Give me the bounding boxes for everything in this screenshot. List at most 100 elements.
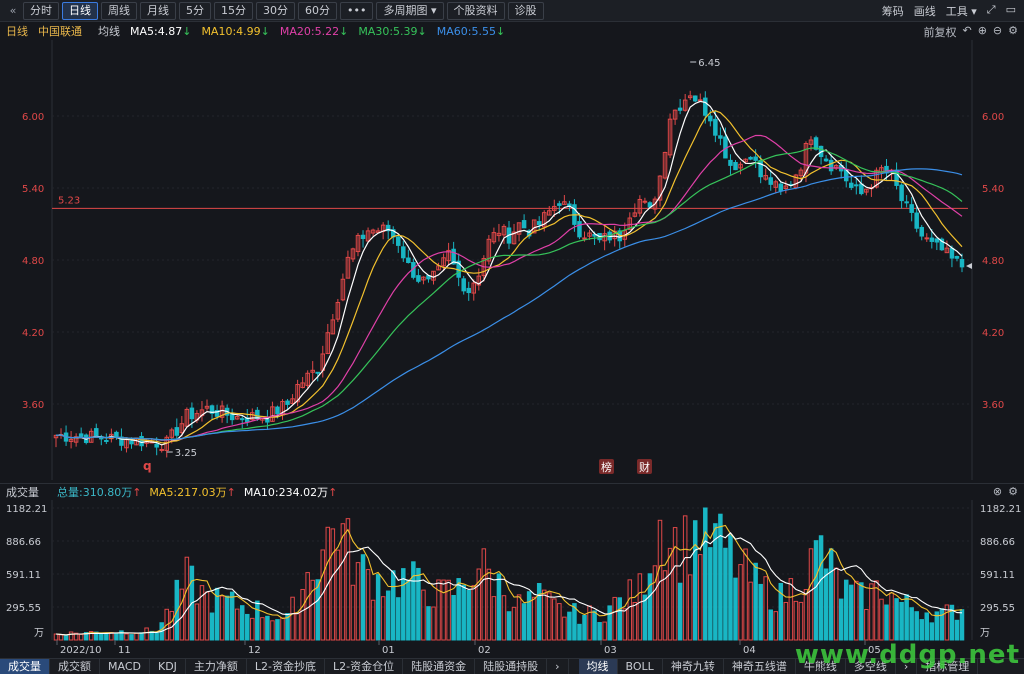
event-marker-bang[interactable]: 榜: [599, 459, 614, 474]
tab-boll[interactable]: BOLL: [618, 659, 663, 674]
candle-body: [959, 259, 965, 268]
volume-bar: [114, 632, 119, 641]
volume-bar: [828, 548, 834, 641]
tools-dropdown[interactable]: 工具 ▾: [946, 3, 977, 19]
volume-bar: [894, 598, 899, 641]
settings-gear-icon[interactable]: ⚙: [1008, 485, 1018, 498]
tab-turnover[interactable]: 成交额: [50, 659, 100, 674]
candle-body: [265, 418, 270, 423]
volume-bar: [496, 573, 502, 641]
period-tab-30min[interactable]: 30分: [256, 1, 295, 20]
chips-button[interactable]: 筹码: [882, 3, 904, 19]
volume-bar: [526, 591, 532, 641]
volume-x-tick: 04: [743, 645, 756, 656]
double-chevron-left-icon[interactable]: «: [6, 4, 20, 17]
zoom-in-icon[interactable]: ⊕: [978, 24, 987, 40]
tab-kdj[interactable]: KDJ: [150, 659, 186, 674]
period-tab-60min[interactable]: 60分: [298, 1, 337, 20]
window-icon[interactable]: ▭: [1006, 3, 1016, 19]
candle-body: [521, 220, 527, 229]
zoom-out-icon[interactable]: ⊖: [993, 24, 1002, 40]
candle-body: [828, 159, 834, 172]
event-marker-cai-label: 财: [639, 460, 650, 474]
candle-body: [954, 256, 960, 259]
adjust-mode-button[interactable]: 前复权: [923, 24, 956, 40]
tab-l2-position[interactable]: L2-资金仓位: [325, 659, 404, 674]
candle-body: [768, 177, 773, 185]
volume-bar: [536, 583, 542, 641]
volume-bar: [708, 547, 713, 641]
volume-chart[interactable]: 1182.21 886.66 591.11 295.55 1182.21 886.66 5…: [0, 500, 1024, 658]
volume-bar: [914, 611, 919, 641]
period-tab-daily[interactable]: 日线: [62, 1, 98, 20]
q-marker[interactable]: q: [143, 459, 152, 473]
volume-bar: [718, 513, 723, 641]
more-periods-button[interactable]: •••: [340, 1, 374, 20]
legend-ma5: MA5:4.87↓: [130, 25, 191, 38]
period-tab-5min[interactable]: 5分: [179, 1, 211, 20]
candle-body: [692, 95, 698, 102]
candle-body: [315, 371, 320, 374]
period-tab-weekly[interactable]: 周线: [101, 1, 137, 20]
price-y-tick-right: 4.20: [982, 328, 1004, 339]
candle-body: [929, 237, 935, 242]
volume-bar: [849, 584, 854, 641]
period-tab-15min[interactable]: 15分: [214, 1, 253, 20]
volume-bar: [899, 601, 904, 641]
tab-volume[interactable]: 成交量: [0, 659, 50, 674]
candle-body: [748, 156, 753, 160]
candle-body: [582, 237, 587, 240]
candle-body: [934, 238, 940, 243]
tab-l2-bottom[interactable]: L2-资金抄底: [247, 659, 326, 674]
candle-body: [924, 237, 930, 240]
tab-hk-connect-holdings[interactable]: 陆股通持股: [475, 659, 548, 674]
tab-hk-connect-funds[interactable]: 陆股通资金: [403, 659, 476, 674]
volume-bar: [758, 583, 763, 641]
chevron-right-icon[interactable]: ›: [547, 659, 569, 674]
draw-line-button[interactable]: 画线: [914, 3, 936, 19]
volume-bar: [154, 632, 159, 641]
volume-bar: [838, 598, 844, 641]
candle-body: [275, 406, 280, 415]
volume-bar: [823, 568, 829, 641]
period-tab-monthly[interactable]: 月线: [140, 1, 176, 20]
caret-down-icon: ▾: [971, 5, 977, 18]
volume-bar: [723, 547, 728, 641]
volume-header: 成交量 总量:310.80万 ↑ MA5:217.03万 ↑ MA10:234.02…: [0, 483, 1024, 500]
volume-bar: [63, 635, 69, 641]
diagnose-button[interactable]: 诊股: [507, 1, 544, 20]
candle-body: [406, 257, 411, 264]
close-icon[interactable]: ⊗: [993, 485, 1002, 498]
candle-body: [677, 107, 683, 111]
tab-macd[interactable]: MACD: [100, 659, 150, 674]
price-chart[interactable]: 3.60 4.20 4.80 5.40 6.00 3.60 4.20 4.80 5.40 6.0…: [0, 40, 1024, 480]
price-y-tick-left: 4.80: [22, 256, 44, 267]
legend-ma10: MA10:4.99↓: [201, 25, 269, 38]
candle-body: [703, 97, 708, 116]
volume-bar: [843, 579, 849, 641]
volume-bar: [677, 582, 683, 641]
settings-gear-icon[interactable]: ⚙: [1008, 24, 1018, 40]
volume-bar: [521, 603, 527, 641]
multi-period-dropdown[interactable]: 多周期图 ▾: [376, 1, 444, 20]
tab-ma[interactable]: 均线: [578, 659, 618, 674]
volume-bar: [406, 579, 411, 641]
tab-magic-five[interactable]: 神奇五线谱: [724, 659, 796, 674]
expand-icon[interactable]: ⤢: [987, 3, 996, 19]
legend-ma30: MA30:5.39↓: [358, 25, 426, 38]
candle-body: [104, 439, 109, 442]
period-tab-minute[interactable]: 分时: [23, 1, 59, 20]
tab-main-net[interactable]: 主力净额: [186, 659, 247, 674]
event-marker-cai[interactable]: 财: [637, 459, 652, 474]
legend-ma-label[interactable]: 均线: [98, 23, 120, 39]
volume-bar: [385, 590, 391, 641]
stock-info-button[interactable]: 个股资料: [446, 1, 505, 20]
undo-icon[interactable]: ↶: [962, 24, 971, 40]
volume-unit-right: 万: [980, 628, 990, 639]
tab-magic-nine[interactable]: 神奇九转: [663, 659, 724, 674]
volume-y-tick-left: 295.55: [6, 603, 41, 614]
candle-body: [174, 427, 180, 436]
volume-bar: [597, 622, 602, 641]
volume-bar: [506, 611, 512, 641]
down-arrow-icon: ↓: [260, 24, 270, 38]
